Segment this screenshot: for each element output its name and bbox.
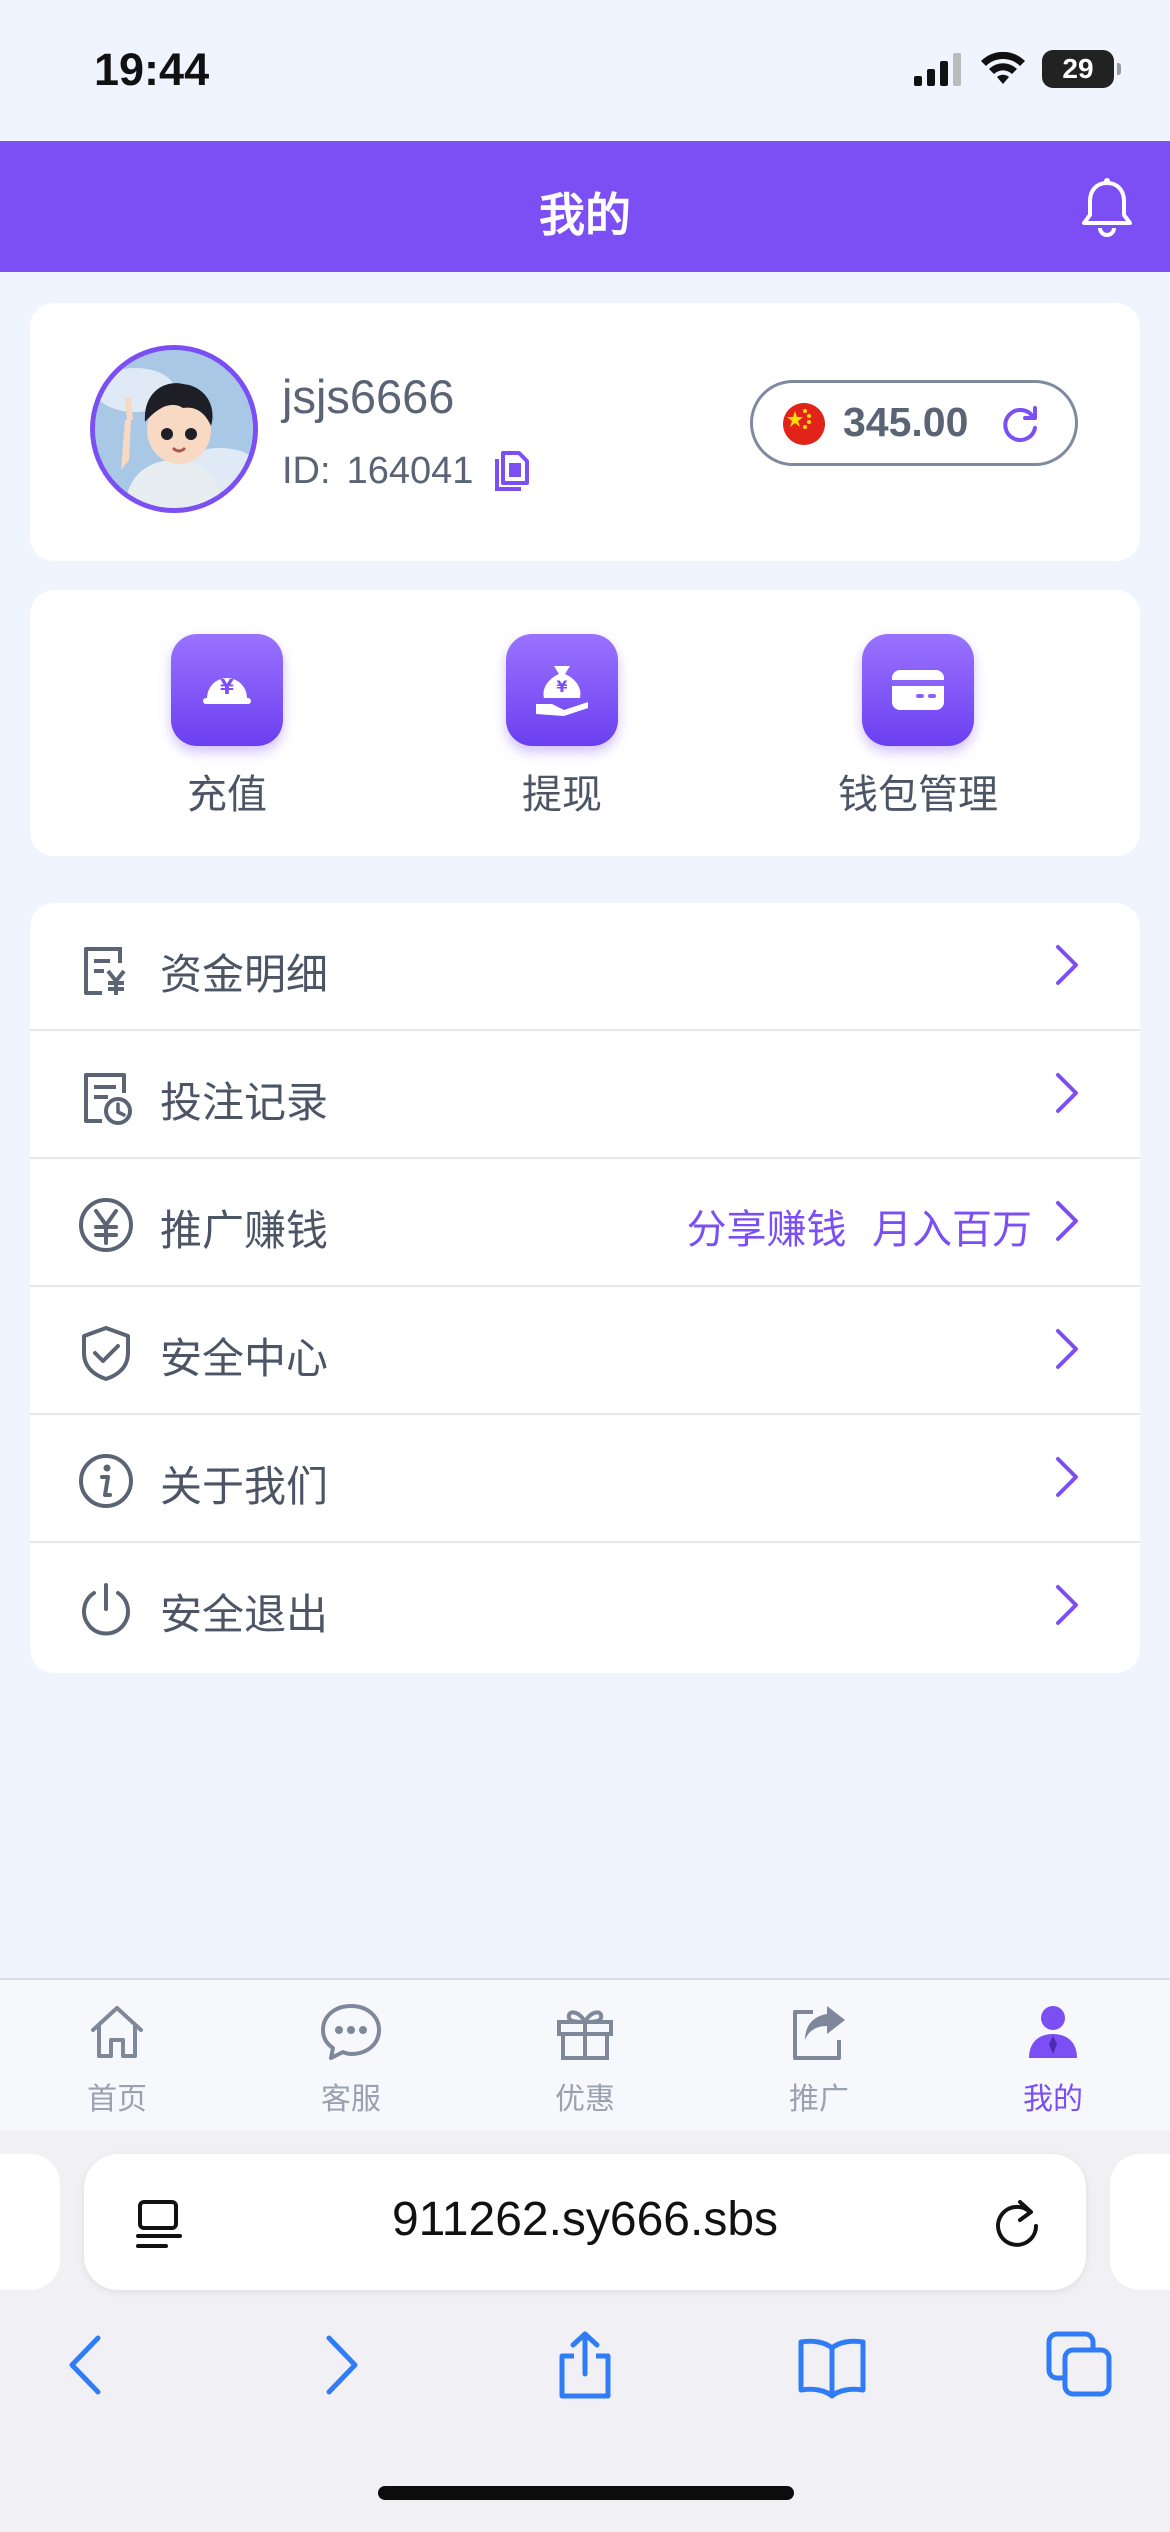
profile-card: jsjs6666 ID: 164041 345.00 [30,303,1140,561]
user-id-value: 164041 [346,449,474,492]
menu-item-security[interactable]: 安全中心 [30,1287,1140,1415]
share-icon [793,2006,845,2060]
tabs-icon[interactable] [1045,2330,1115,2400]
bottom-tab-bar: 首页 客服 优惠 推广 我的 [0,1978,1170,2130]
power-icon [82,1583,130,1636]
address-bar[interactable]: 911262.sy666.sbs [84,2154,1086,2290]
browser-toolbar: 911262.sy666.sbs [0,2130,1170,2532]
wallet-icon [862,634,974,746]
avatar[interactable] [90,345,258,513]
menu-label: 安全退出 [160,1590,329,1639]
tab-label: 我的 [1023,2082,1083,2117]
menu-item-about[interactable]: 关于我们 [30,1415,1140,1543]
deposit-label: 充值 [187,772,267,818]
chevron-right-icon [1056,1201,1078,1241]
bookmarks-icon[interactable] [797,2330,867,2400]
svg-text:¥: ¥ [220,675,234,699]
tab-mine[interactable]: 我的 [983,2000,1123,2118]
tab-label: 推广 [789,2082,849,2117]
bet-record-icon [84,1073,132,1125]
tab-service[interactable]: 客服 [281,2000,421,2118]
user-icon [1029,2006,1077,2058]
home-icon [91,2006,143,2058]
actions-card: ¥ 充值 ¥ 提现 钱包管理 [30,590,1140,856]
shield-check-icon [82,1326,130,1381]
balance-value: 345.00 [843,399,969,445]
chevron-right-icon [1056,1329,1078,1369]
chevron-right-icon [1056,1585,1078,1625]
tab-share[interactable]: 推广 [749,2000,889,2118]
fund-detail-icon [84,947,126,995]
menu-label: 资金明细 [160,950,329,999]
status-icons: 29 [914,50,1121,88]
wifi-icon [981,52,1025,84]
bell-icon[interactable] [1078,177,1136,237]
wallet-manage-button[interactable]: 钱包管理 [818,634,1018,820]
gift-icon [557,2010,613,2060]
username: jsjs6666 [282,370,455,423]
withdraw-label: 提现 [522,772,602,818]
menu-item-fund-detail[interactable]: 资金明细 [30,903,1140,1031]
withdraw-icon: ¥ [506,634,618,746]
url-text: 911262.sy666.sbs [391,2193,779,2246]
tab-label: 客服 [321,2082,381,2117]
tab-label: 首页 [87,2082,147,2117]
status-bar: 19:44 29 [0,0,1170,141]
promote-slogan: 分享赚钱 月入百万 [686,1207,1032,1253]
status-time: 19:44 [94,44,210,95]
signal-icon [914,53,961,86]
menu-item-logout[interactable]: 安全退出 [30,1543,1140,1671]
chevron-right-icon [1056,945,1078,985]
balance-pill: 345.00 [750,380,1078,466]
deposit-icon: ¥ [171,634,283,746]
refresh-icon[interactable] [999,403,1041,445]
menu-card: 资金明细 投注记录 推广赚钱 分享赚钱 月入百万 安全中心 关于我们 安全退出 [30,903,1140,1673]
withdraw-button[interactable]: ¥ 提现 [462,634,662,820]
tab-home[interactable]: 首页 [47,2000,187,2118]
menu-label: 关于我们 [160,1462,329,1511]
menu-label: 投注记录 [160,1078,329,1127]
forward-icon[interactable] [305,2330,375,2400]
deposit-button[interactable]: ¥ 充值 [127,634,327,820]
battery-icon: 29 [1042,50,1121,88]
reload-icon[interactable] [990,2196,1044,2252]
chevron-right-icon [1056,1457,1078,1497]
share-sheet-icon[interactable] [550,2330,620,2400]
page-title: 我的 [539,188,631,242]
chat-icon [321,2004,381,2060]
page-header: 我的 [0,141,1170,272]
menu-item-promote[interactable]: 推广赚钱 分享赚钱 月入百万 [30,1159,1140,1287]
china-flag-icon [783,403,825,445]
menu-item-bet-record[interactable]: 投注记录 [30,1031,1140,1159]
menu-label: 推广赚钱 [160,1206,329,1255]
svg-text:¥: ¥ [556,677,567,696]
next-tab-preview[interactable] [1110,2154,1170,2290]
promote-yen-icon [79,1198,133,1252]
user-id: ID: 164041 [282,449,531,493]
tab-promo[interactable]: 优惠 [515,2000,655,2118]
info-icon [79,1454,133,1508]
user-id-label: ID: [282,449,331,492]
tab-label: 优惠 [555,2082,615,2117]
copy-icon[interactable] [491,449,531,493]
chevron-right-icon [1056,1073,1078,1113]
previous-tab-preview[interactable] [0,2154,60,2290]
home-indicator[interactable] [378,2486,794,2500]
menu-label: 安全中心 [160,1334,329,1383]
back-icon[interactable] [52,2330,122,2400]
wallet-manage-label: 钱包管理 [838,772,998,818]
